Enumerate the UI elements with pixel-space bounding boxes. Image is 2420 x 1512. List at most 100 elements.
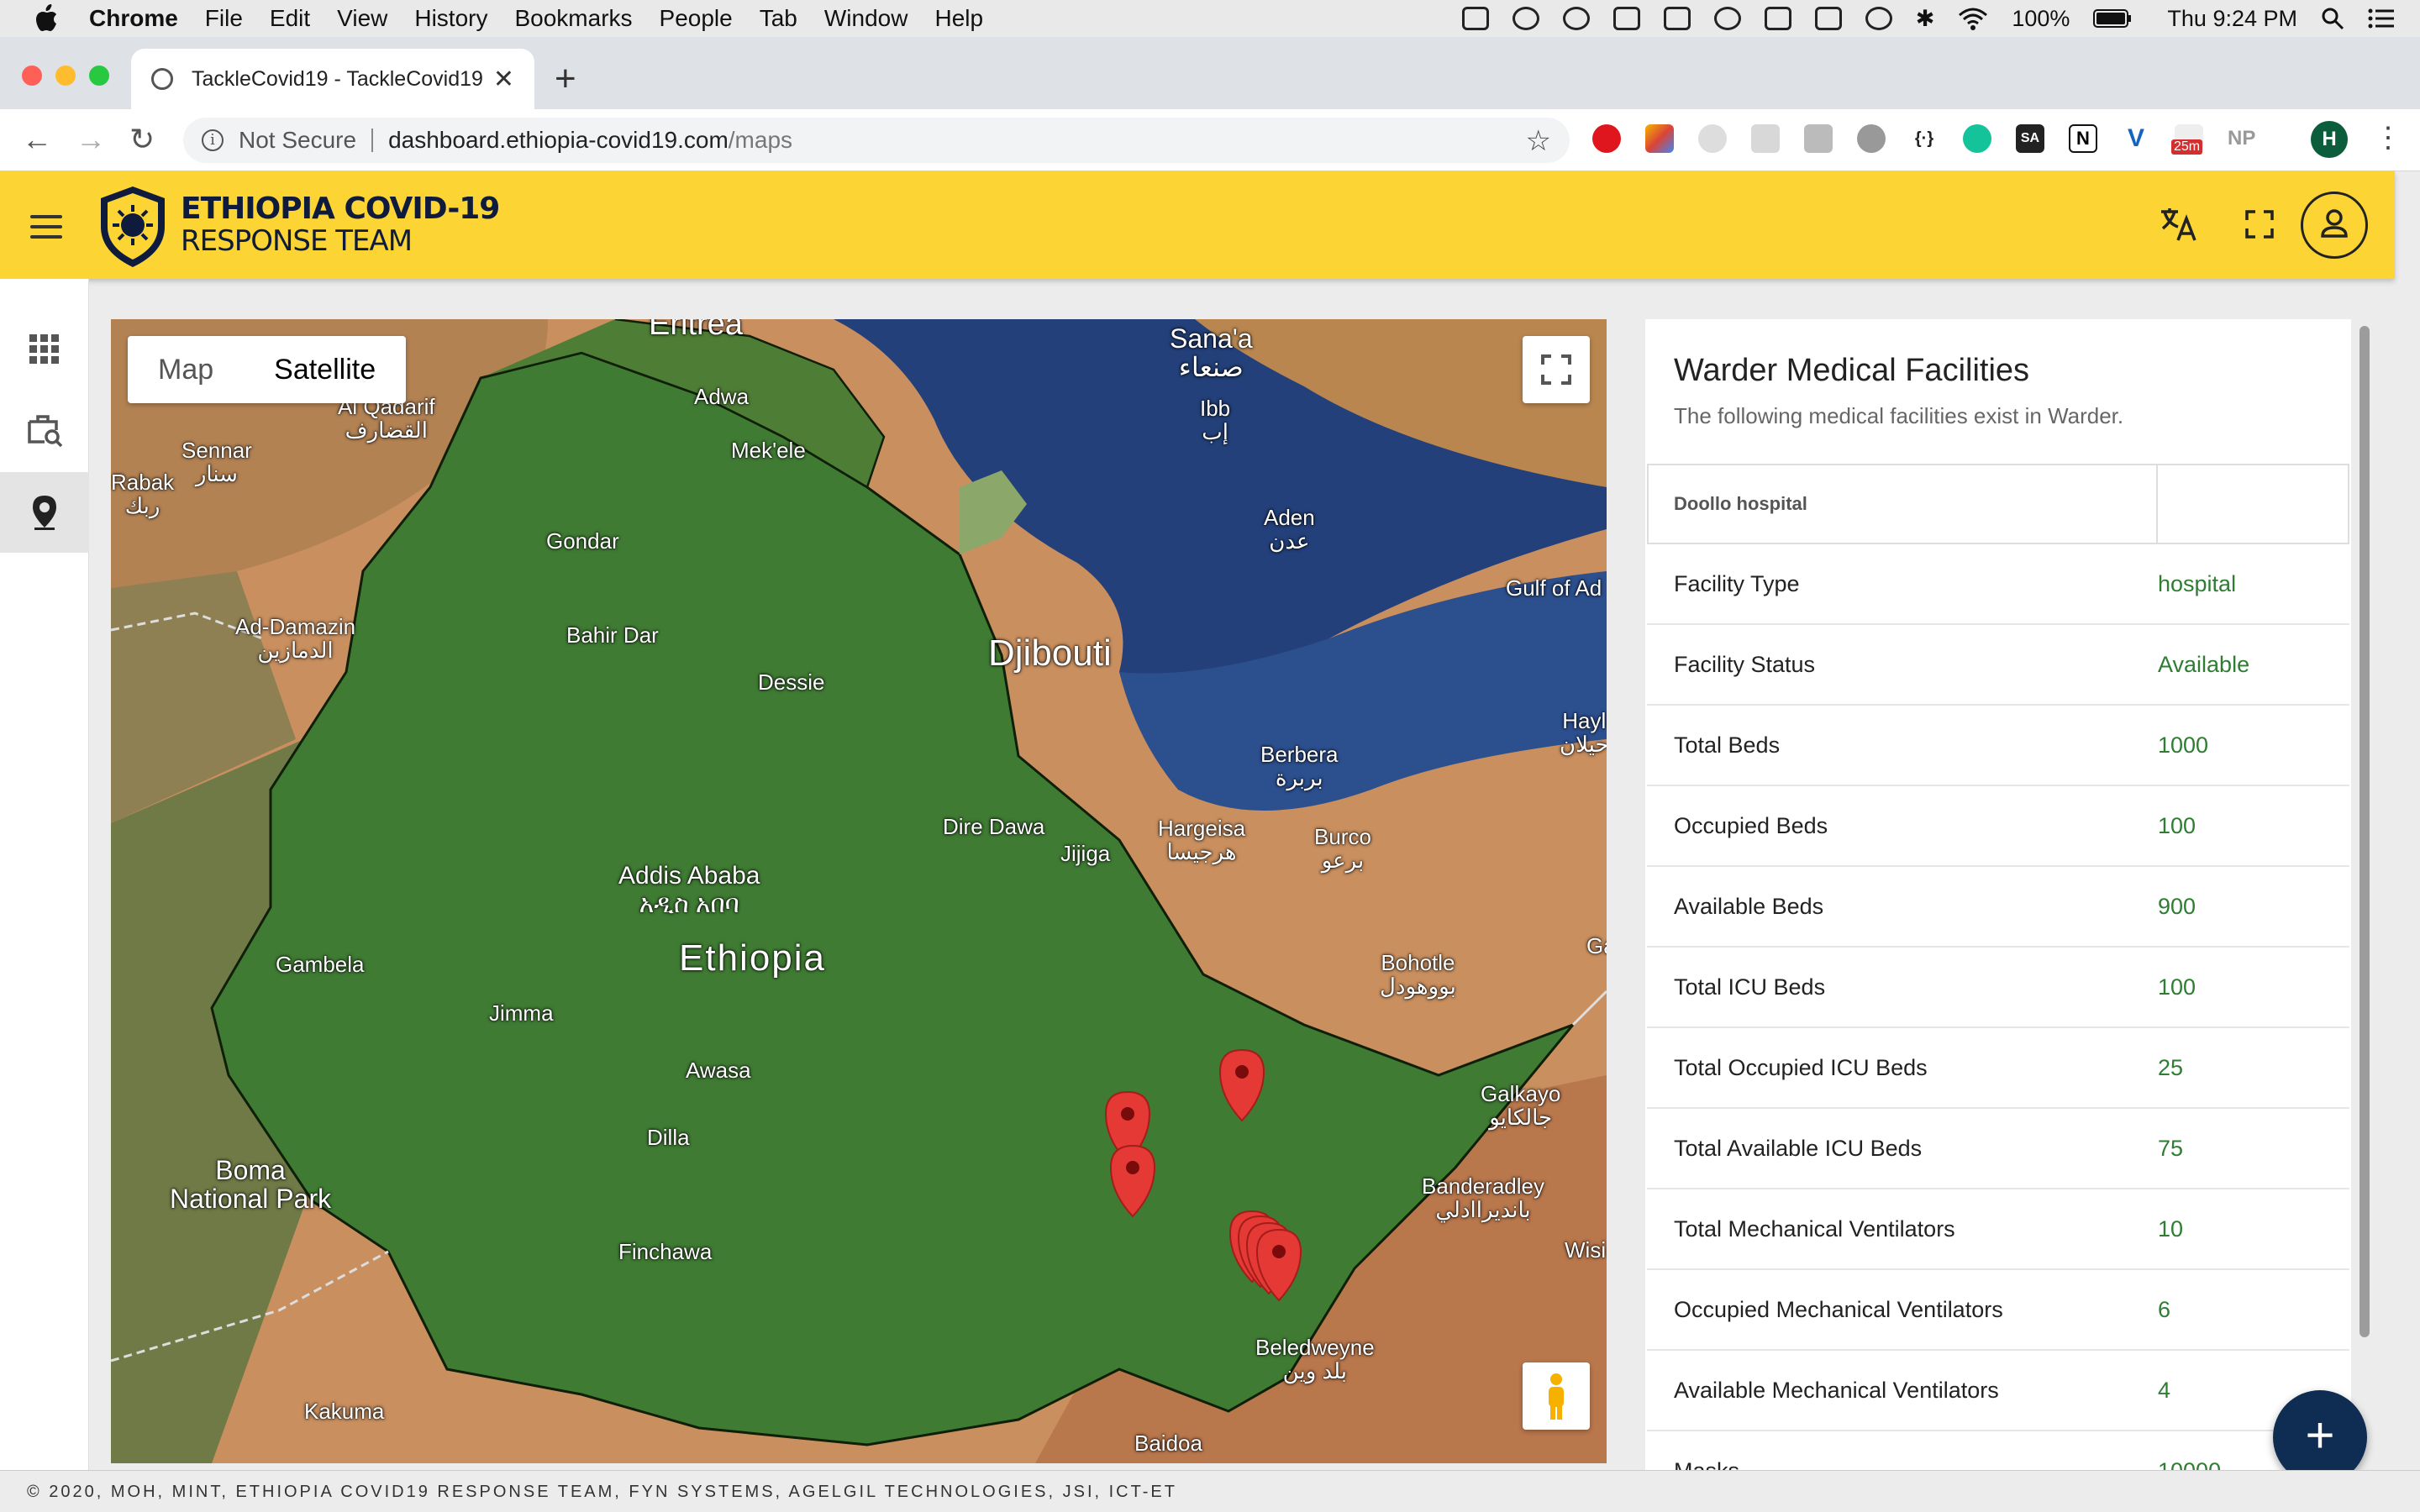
menu-bookmarks[interactable]: Bookmarks	[514, 5, 632, 32]
forward-arrow-icon[interactable]: →	[76, 121, 106, 158]
map-label-gulf-of-aden: Gulf of Ad	[1506, 575, 1602, 601]
browser-tab-strip: TackleCovid19 - TackleCovid19 ✕ +	[0, 37, 2420, 109]
facility-map[interactable]: Eritrea Sana'a صنعاء Ibb إب Aden عدن Gulf o…	[111, 319, 1607, 1463]
apple-logo-icon[interactable]	[34, 4, 59, 33]
document-extension-icon[interactable]	[1804, 124, 1833, 153]
bookmark-star-icon[interactable]: ☆	[1526, 124, 1551, 158]
map-label-ibb: Ibb إب	[1200, 396, 1231, 444]
globe-icon	[151, 68, 173, 90]
np-extension-icon[interactable]: NP	[2228, 124, 2256, 153]
grid-extension-icon[interactable]	[1751, 124, 1780, 153]
grammarly-extension-icon[interactable]	[1963, 124, 1991, 153]
menu-people[interactable]: People	[660, 5, 733, 32]
window-minimize-button[interactable]	[55, 66, 76, 86]
wifi-icon[interactable]	[1958, 7, 1988, 30]
bluetooth-icon[interactable]: ✱	[1916, 6, 1935, 32]
window-zoom-button[interactable]	[89, 66, 109, 86]
rail-item-dashboard[interactable]	[0, 309, 89, 390]
bird-icon[interactable]	[1612, 7, 1640, 30]
panel-scrollbar-thumb[interactable]	[2360, 326, 2370, 1337]
user-icon	[2321, 209, 2348, 238]
map-label-hayl: Hayl حيلان	[1560, 708, 1607, 757]
fullscreen-icon[interactable]	[2245, 210, 2274, 239]
creative-cloud-icon[interactable]	[1562, 7, 1590, 30]
menu-history[interactable]: History	[414, 5, 487, 32]
map-label-addis-ababa: Addis Ababa አዲስ አበባ	[618, 862, 760, 918]
color-picker-extension-icon[interactable]	[1645, 124, 1674, 153]
side-navigation	[0, 279, 89, 1470]
browser-tab[interactable]: TackleCovid19 - TackleCovid19 ✕	[131, 49, 534, 109]
rail-item-cases-search[interactable]	[0, 390, 89, 470]
menu-app-chrome[interactable]: Chrome	[89, 5, 178, 32]
satellite-map-layer[interactable]	[111, 319, 1607, 1463]
menu-window[interactable]: Window	[824, 5, 908, 32]
rail-item-maps[interactable]	[0, 472, 89, 553]
adblock-extension-icon[interactable]	[1592, 124, 1621, 153]
app-brand[interactable]: ETHIOPIA COVID-19 RESPONSE TEAM	[181, 193, 500, 258]
time-machine-icon[interactable]	[1865, 7, 1892, 30]
timer-extension-icon[interactable]: 25m	[2171, 124, 2203, 155]
street-view-pegman[interactable]	[1523, 1362, 1590, 1430]
shield-logo-icon[interactable]	[97, 185, 168, 269]
menu-tab[interactable]: Tab	[760, 5, 797, 32]
address-bar[interactable]: i Not Secure dashboard.ethiopia-covid19.…	[183, 118, 1570, 163]
table-row: Available Beds 900	[1647, 867, 2349, 948]
row-value: 1000	[2158, 732, 2209, 758]
map-label-boma: Boma National Park	[170, 1155, 332, 1214]
reload-icon[interactable]: ↻	[129, 121, 155, 158]
menubar-clock[interactable]: Thu 9:24 PM	[2167, 6, 2297, 32]
map-type-satellite-button[interactable]: Satellite	[244, 336, 406, 403]
window-close-button[interactable]	[22, 66, 42, 86]
url-host: dashboard.ethiopia-covid19.com	[388, 127, 729, 153]
spotlight-search-icon[interactable]	[2321, 7, 2344, 30]
map-fullscreen-button[interactable]	[1523, 336, 1590, 403]
json-extension-icon[interactable]: {·}	[1910, 124, 1939, 153]
table-row: Facility Status Available	[1647, 625, 2349, 706]
facility-header-row: Doollo hospital	[1647, 464, 2349, 544]
row-value: 75	[2158, 1135, 2184, 1161]
hamburger-menu-icon[interactable]	[30, 215, 62, 239]
menu-view[interactable]: View	[337, 5, 387, 32]
map-label-bahir-dar: Bahir Dar	[566, 622, 659, 648]
map-type-map-button[interactable]: Map	[128, 336, 244, 403]
browser-toolbar: ← → ↻ i Not Secure dashboard.ethiopia-co…	[0, 109, 2420, 171]
airplay-icon[interactable]	[1814, 7, 1842, 30]
profile-avatar[interactable]: H	[2311, 121, 2348, 158]
facility-marker[interactable]	[1217, 1047, 1267, 1124]
row-label: Facility Status	[1674, 651, 1816, 677]
battery-icon[interactable]	[2093, 8, 2132, 29]
window-layout-icon[interactable]	[1764, 7, 1791, 30]
table-row: Occupied Mechanical Ventilators 6	[1647, 1270, 2349, 1351]
facility-marker[interactable]	[1254, 1226, 1304, 1304]
notification-center-icon[interactable]	[2368, 8, 2395, 29]
block-icon[interactable]	[1713, 7, 1741, 30]
tab-close-icon[interactable]: ✕	[493, 65, 514, 94]
table-row: Total Beds 1000	[1647, 706, 2349, 786]
facility-marker[interactable]	[1107, 1142, 1158, 1220]
map-label-dire-dawa: Dire Dawa	[943, 814, 1045, 839]
back-arrow-icon[interactable]: ←	[22, 121, 52, 158]
script-icon[interactable]	[1663, 7, 1691, 30]
facility-name: Doollo hospital	[1649, 465, 2158, 543]
account-button[interactable]	[2301, 192, 2368, 259]
sa-extension-icon[interactable]: SA	[2016, 124, 2044, 153]
notion-extension-icon[interactable]: N	[2069, 124, 2097, 153]
new-tab-button[interactable]: +	[555, 57, 576, 101]
bug-extension-icon[interactable]	[1857, 124, 1886, 153]
menu-edit[interactable]: Edit	[270, 5, 310, 32]
menu-help[interactable]: Help	[934, 5, 983, 32]
info-icon[interactable]: i	[202, 129, 224, 151]
ghost-icon[interactable]	[1512, 7, 1539, 30]
v-extension-icon[interactable]: V	[2122, 124, 2150, 153]
map-label-djibouti: Djibouti	[988, 633, 1112, 674]
row-value: 4	[2158, 1377, 2171, 1403]
map-label-ad-damazin: Ad-Damazin الدمازين	[235, 614, 356, 663]
zoom-icon[interactable]	[1461, 7, 1489, 30]
translate-icon[interactable]	[2158, 203, 2198, 244]
menu-file[interactable]: File	[205, 5, 243, 32]
table-row: Total Occupied ICU Beds 25	[1647, 1028, 2349, 1109]
table-row: Masks10000	[1647, 1431, 2349, 1471]
chrome-menu-icon[interactable]: ⋮	[2374, 121, 2402, 155]
camera-extension-icon[interactable]	[1698, 124, 1727, 153]
macos-menubar: Chrome File Edit View History Bookmarks …	[0, 0, 2420, 37]
